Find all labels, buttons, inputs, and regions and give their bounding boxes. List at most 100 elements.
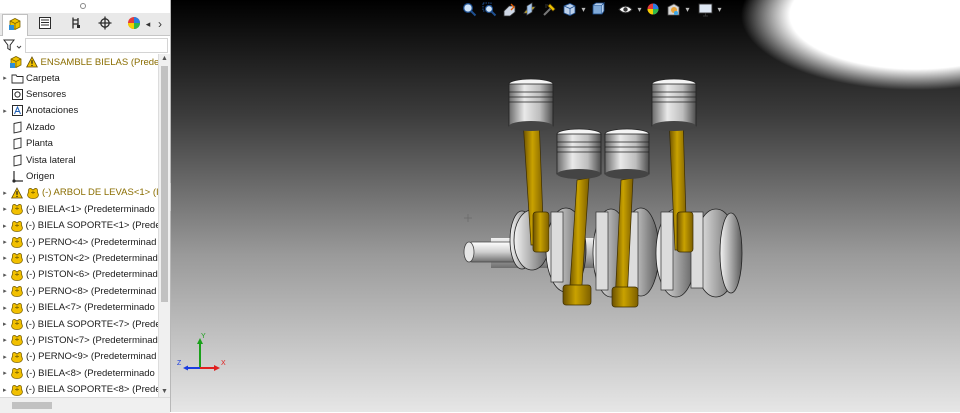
tree-vertical-scrollbar[interactable]: ▲ ▼ bbox=[158, 54, 170, 397]
apply-scene-icon[interactable] bbox=[665, 1, 682, 18]
toolbar-dropdown-icon[interactable] bbox=[609, 1, 614, 18]
toolbar-dropdown-icon[interactable]: ▾ bbox=[717, 1, 722, 18]
tree-item-label: (-) BIELA SOPORTE<8> (Predet bbox=[25, 384, 158, 396]
dynamic-annotation-icon[interactable] bbox=[541, 1, 558, 18]
propertymanager-tab[interactable] bbox=[33, 14, 57, 34]
part-icon bbox=[10, 202, 24, 216]
graphics-area[interactable]: ▾ ▾ ▾ ▾ Y X Z bbox=[171, 0, 960, 412]
tree-item[interactable]: ▸ (-) PISTON<7> (Predeterminad bbox=[0, 332, 158, 348]
tree-item[interactable]: ▸ (-) BIELA<8> (Predeterminado bbox=[0, 365, 158, 381]
configuration-icon bbox=[69, 16, 83, 33]
toolbar-dropdown-icon[interactable]: ▾ bbox=[581, 1, 586, 18]
expand-arrow-icon[interactable]: ▸ bbox=[0, 365, 10, 381]
tree-item-label: Origen bbox=[26, 170, 55, 182]
triad-y-label: Y bbox=[201, 333, 206, 340]
tabs-scroll-right[interactable]: › bbox=[154, 14, 166, 34]
zoom-to-area-icon[interactable] bbox=[481, 1, 498, 18]
tree-item[interactable]: ▸ Carpeta bbox=[0, 70, 158, 86]
plane-icon bbox=[10, 120, 24, 134]
crankshaft-assembly-model[interactable] bbox=[171, 0, 960, 412]
dimxpert-tab[interactable] bbox=[93, 14, 117, 34]
tree-item[interactable]: ▸ (-) PISTON<6> (Predeterminad bbox=[0, 267, 158, 283]
panel-pin-icon[interactable] bbox=[78, 1, 88, 11]
expand-arrow-icon[interactable]: ▸ bbox=[0, 185, 10, 201]
edit-appearance-icon[interactable] bbox=[645, 1, 662, 18]
tree-item[interactable]: ▸ (-) BIELA SOPORTE<8> (Predet bbox=[0, 382, 158, 397]
featuremanager-panel: ◂ › ENSAMBLE BIELAS (Predeterm ▸ Carpeta Se… bbox=[0, 0, 171, 413]
tree-item-label: Planta bbox=[26, 138, 53, 150]
assembly-tree-icon bbox=[8, 17, 22, 34]
expand-arrow-icon[interactable]: ▸ bbox=[0, 283, 10, 299]
scroll-down-icon[interactable]: ▼ bbox=[159, 387, 170, 397]
tree-item[interactable]: Origen bbox=[0, 168, 158, 184]
origin-marker bbox=[464, 214, 472, 222]
view-orientation-icon[interactable] bbox=[561, 1, 578, 18]
tree-item[interactable]: ▸ (-) PERNO<8> (Predeterminad bbox=[0, 283, 158, 299]
tree-item-label: (-) PISTON<7> (Predeterminad bbox=[26, 334, 158, 346]
expand-arrow-icon[interactable]: ▸ bbox=[0, 70, 10, 86]
tree-item-label: (-) PISTON<2> (Predeterminad bbox=[26, 252, 158, 264]
tree-item[interactable]: ▸ (-) BIELA SOPORTE<7> (Predet bbox=[0, 316, 158, 332]
scrollbar-thumb[interactable] bbox=[12, 402, 52, 409]
part-icon bbox=[10, 219, 24, 233]
tree-item[interactable]: ▸ (-) BIELA SOPORTE<1> (Predet bbox=[0, 218, 158, 234]
expand-arrow-icon[interactable]: ▸ bbox=[0, 103, 10, 119]
expand-arrow-icon[interactable]: ▸ bbox=[0, 218, 10, 234]
zoom-to-fit-icon[interactable] bbox=[461, 1, 478, 18]
expand-arrow-icon[interactable]: ▸ bbox=[0, 234, 10, 250]
filter-icon[interactable] bbox=[2, 38, 23, 55]
tree-item[interactable]: Alzado bbox=[0, 119, 158, 135]
tree-item[interactable]: ▸ (-) PISTON<2> (Predeterminad bbox=[0, 250, 158, 266]
part-icon bbox=[26, 186, 40, 200]
toolbar-dropdown-icon[interactable]: ▾ bbox=[685, 1, 690, 18]
tree-item-label: Carpeta bbox=[26, 72, 60, 84]
expand-arrow-icon[interactable]: ▸ bbox=[0, 316, 10, 332]
featuremanager-tab[interactable] bbox=[2, 14, 28, 36]
part-icon bbox=[10, 301, 24, 315]
expand-arrow-icon[interactable]: ▸ bbox=[0, 250, 10, 266]
tree-item-label: Anotaciones bbox=[26, 105, 79, 117]
expand-arrow-icon[interactable]: ▸ bbox=[0, 332, 10, 348]
tree-item-label: (-) BIELA<8> (Predeterminado bbox=[26, 367, 155, 379]
tree-item[interactable]: ▸ (-) ARBOL DE LEVAS<1> (I bbox=[0, 185, 158, 201]
hide-show-items-icon[interactable] bbox=[617, 1, 634, 18]
view-settings-icon[interactable] bbox=[697, 1, 714, 18]
tree-filter-input[interactable] bbox=[25, 38, 168, 53]
tree-item[interactable]: ▸ Anotaciones bbox=[0, 103, 158, 119]
tree-root-assembly[interactable]: ENSAMBLE BIELAS (Predeterm bbox=[0, 54, 158, 70]
expand-arrow-icon[interactable]: ▸ bbox=[0, 201, 10, 217]
reference-triad: Y X Z bbox=[177, 333, 226, 371]
feature-tree: ENSAMBLE BIELAS (Predeterm ▸ Carpeta Sensor… bbox=[0, 54, 158, 397]
configurationmanager-tab[interactable] bbox=[64, 14, 88, 34]
scroll-up-icon[interactable]: ▲ bbox=[159, 54, 170, 64]
previous-view-icon[interactable] bbox=[501, 1, 518, 18]
section-view-icon[interactable] bbox=[521, 1, 538, 18]
expand-arrow-icon[interactable]: ▸ bbox=[0, 349, 10, 365]
heads-up-view-toolbar: ▾ ▾ ▾ ▾ bbox=[461, 0, 722, 18]
display-style-icon[interactable] bbox=[589, 1, 606, 18]
tree-item[interactable]: Sensores bbox=[0, 86, 158, 102]
tree-item[interactable]: ▸ (-) PERNO<4> (Predeterminad bbox=[0, 234, 158, 250]
expand-arrow-icon[interactable]: ▸ bbox=[0, 300, 10, 316]
crankshaft[interactable] bbox=[463, 207, 743, 298]
origin-icon bbox=[10, 169, 24, 183]
tree-item[interactable]: ▸ (-) BIELA<1> (Predeterminado bbox=[0, 201, 158, 217]
tree-item[interactable]: ▸ (-) BIELA<7> (Predeterminado bbox=[0, 300, 158, 316]
tree-horizontal-scrollbar[interactable] bbox=[0, 397, 170, 413]
scrollbar-thumb[interactable] bbox=[161, 66, 168, 302]
expand-arrow-icon[interactable]: ▸ bbox=[0, 382, 10, 397]
toolbar-dropdown-icon[interactable]: ▾ bbox=[637, 1, 642, 18]
crosshair-icon bbox=[98, 16, 112, 33]
expand-arrow-icon[interactable]: ▸ bbox=[0, 267, 10, 283]
tree-item-label: (-) PERNO<8> (Predeterminad bbox=[26, 285, 157, 297]
tree-item[interactable]: Planta bbox=[0, 136, 158, 152]
part-icon bbox=[10, 317, 24, 331]
tabs-scroll-left[interactable]: ◂ bbox=[143, 14, 153, 34]
sensor-icon bbox=[10, 87, 24, 101]
tree-item[interactable]: ▸ (-) PERNO<9> (Predeterminad bbox=[0, 349, 158, 365]
tree-item[interactable]: Vista lateral bbox=[0, 152, 158, 168]
